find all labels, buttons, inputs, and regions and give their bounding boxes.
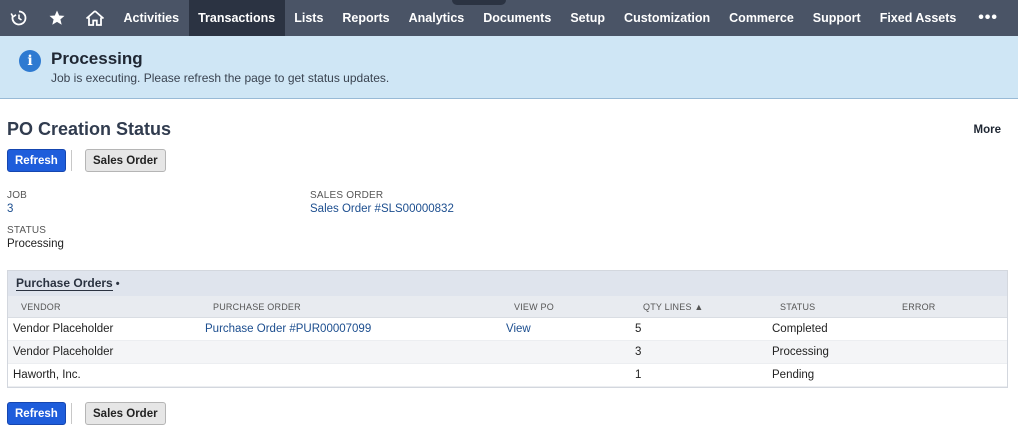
home-icon[interactable]	[76, 0, 114, 36]
status-value: Processing	[7, 238, 64, 250]
cell-vendor: Vendor Placeholder	[13, 346, 114, 358]
job-value-link[interactable]: 3	[7, 203, 13, 215]
view-po-link[interactable]: View	[506, 323, 531, 335]
page-title: PO Creation Status	[7, 119, 172, 139]
nav-transactions[interactable]: Transactions	[188, 0, 285, 36]
button-separator	[71, 403, 72, 424]
column-vendor[interactable]: VENDOR	[21, 302, 61, 312]
button-separator	[71, 150, 72, 171]
nav-analytics[interactable]: Analytics	[399, 0, 474, 36]
table-row: Vendor Placeholder 3 Processing	[8, 341, 1007, 364]
nav-documents[interactable]: Documents	[474, 0, 561, 36]
cell-status: Pending	[772, 369, 815, 381]
purchase-orders-table: VENDOR PURCHASE ORDER VIEW PO QTY LINES …	[8, 296, 1007, 387]
info-icon: i	[19, 50, 41, 72]
star-icon[interactable]	[38, 0, 76, 36]
banner-message: Job is executing. Please refresh the pag…	[51, 71, 390, 85]
column-view-po[interactable]: VIEW PO	[514, 302, 554, 312]
more-menu-icon[interactable]: •••	[978, 0, 998, 36]
nav-lists[interactable]: Lists	[285, 0, 333, 36]
nav-reports[interactable]: Reports	[333, 0, 399, 36]
processing-banner: i Processing Job is executing. Please re…	[0, 36, 1018, 99]
nav-commerce[interactable]: Commerce	[720, 0, 804, 36]
refresh-button-bottom[interactable]: Refresh	[7, 402, 66, 425]
recent-records-icon[interactable]	[0, 0, 38, 36]
cell-purchase-order: Purchase Order #PUR00007099	[205, 323, 372, 335]
refresh-button-top[interactable]: Refresh	[7, 149, 66, 172]
banner-title: Processing	[51, 49, 143, 68]
cell-status: Processing	[772, 346, 829, 358]
nav-activities[interactable]: Activities	[114, 0, 189, 36]
table-header: VENDOR PURCHASE ORDER VIEW PO QTY LINES …	[8, 296, 1007, 318]
nav-fixed-assets[interactable]: Fixed Assets	[870, 0, 966, 36]
more-button[interactable]: More	[974, 124, 1001, 136]
sublist-tab-purchase-orders[interactable]: Purchase Orders	[16, 276, 113, 291]
sales-order-button-top[interactable]: Sales Order	[85, 149, 166, 172]
sales-order-label: SALES ORDER	[310, 190, 384, 201]
sales-order-link[interactable]: Sales Order #SLS00000832	[310, 203, 454, 215]
sublist-marker: •	[115, 277, 120, 290]
cell-qty-lines: 3	[635, 346, 642, 358]
column-qty-lines[interactable]: QTY LINES ▲	[643, 302, 703, 312]
table-row: Haworth, Inc. 1 Pending	[8, 364, 1007, 387]
cell-vendor: Haworth, Inc.	[13, 369, 81, 381]
sublist-header: Purchase Orders •	[8, 271, 1007, 296]
purchase-orders-sublist: Purchase Orders • VENDOR PURCHASE ORDER …	[7, 270, 1008, 388]
column-error[interactable]: ERROR	[902, 302, 936, 312]
nav-support[interactable]: Support	[803, 0, 870, 36]
nav-setup[interactable]: Setup	[561, 0, 615, 36]
cell-vendor: Vendor Placeholder	[13, 323, 114, 335]
column-status[interactable]: STATUS	[780, 302, 815, 312]
table-row: Vendor Placeholder Purchase Order #PUR00…	[8, 318, 1007, 341]
top-navigation: Activities Transactions Lists Reports An…	[0, 0, 1018, 36]
nav-notch	[452, 0, 506, 5]
status-label: STATUS	[7, 225, 47, 236]
column-purchase-order[interactable]: PURCHASE ORDER	[213, 302, 301, 312]
cell-qty-lines: 1	[635, 369, 642, 381]
job-label: JOB	[7, 190, 28, 201]
sales-order-button-bottom[interactable]: Sales Order	[85, 402, 166, 425]
nav-customization[interactable]: Customization	[615, 0, 720, 36]
cell-qty-lines: 5	[635, 323, 642, 335]
cell-status: Completed	[772, 323, 828, 335]
